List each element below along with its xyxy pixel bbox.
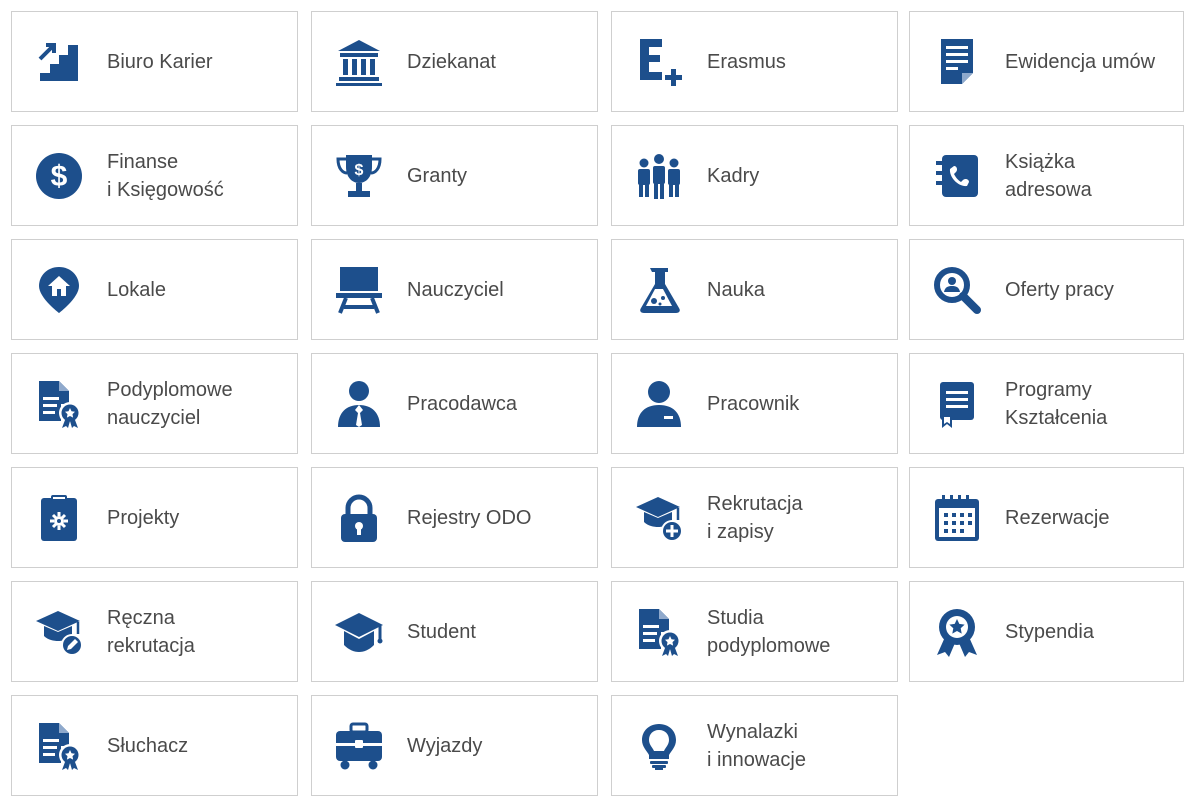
module-tile[interactable]: Ręczna rekrutacja — [11, 581, 298, 682]
calendar-icon — [932, 493, 982, 543]
module-tile[interactable]: Pracodawca — [311, 353, 598, 454]
module-tile-label: Pracodawca — [407, 392, 518, 415]
module-tile[interactable]: Słuchacz — [11, 695, 298, 796]
module-tile[interactable]: Biuro Karier — [11, 11, 298, 112]
module-tile-label: Biuro Karier — [107, 50, 213, 73]
module-tile-label: Studia podyplomowe — [707, 606, 831, 657]
search-person-icon — [932, 265, 982, 315]
address-book-phone-icon — [932, 151, 982, 201]
module-tile[interactable]: Rejestry ODO — [311, 467, 598, 568]
location-home-icon — [34, 265, 84, 315]
module-tile[interactable]: Wynalazki i innowacje — [611, 695, 898, 796]
dollar-circle-icon: $ — [34, 151, 84, 201]
module-tile[interactable]: Erasmus — [611, 11, 898, 112]
module-tile-label: Projekty — [107, 506, 180, 529]
module-tile-label: Nauka — [707, 278, 765, 301]
module-tile-label: Pracownik — [707, 392, 800, 415]
module-tile-label: Słuchacz — [107, 734, 189, 757]
certificate-document-icon — [34, 721, 84, 771]
module-tile[interactable]: $ Finanse i Księgowość — [11, 125, 298, 226]
flask-icon — [634, 265, 684, 315]
module-tile-label: Lokale — [107, 278, 166, 301]
module-tile[interactable]: Studia podyplomowe — [611, 581, 898, 682]
module-tile-label: Oferty pracy — [1005, 278, 1114, 301]
module-tile-label: Nauczyciel — [407, 278, 504, 301]
module-tile[interactable]: Kadry — [611, 125, 898, 226]
module-tile[interactable]: Programy Kształcenia — [909, 353, 1184, 454]
certificate-document-icon — [34, 379, 84, 429]
certificate-document-icon — [634, 607, 684, 657]
career-stairs-icon — [34, 37, 84, 87]
module-tile-label: Erasmus — [707, 50, 786, 73]
institution-icon — [334, 37, 384, 87]
module-tile[interactable]: Podyplomowe nauczyciel — [11, 353, 298, 454]
module-tile[interactable]: Książka adresowa — [909, 125, 1184, 226]
svg-text:$: $ — [51, 160, 68, 193]
erasmus-plus-icon — [634, 37, 684, 87]
module-tile[interactable]: Lokale — [11, 239, 298, 340]
module-tile[interactable]: Pracownik — [611, 353, 898, 454]
module-tile[interactable]: Rezerwacje — [909, 467, 1184, 568]
module-tile-label: Podyplomowe nauczyciel — [107, 378, 233, 429]
briefcase-icon — [334, 721, 384, 771]
module-tile-label: Rekrutacja i zapisy — [707, 492, 803, 543]
module-tile[interactable]: Wyjazdy — [311, 695, 598, 796]
clipboard-gear-icon — [34, 493, 84, 543]
module-tile-label: Ewidencja umów — [1005, 50, 1156, 73]
module-tile-label: Programy Kształcenia — [1005, 378, 1108, 429]
module-tile-label: Finanse i Księgowość — [107, 150, 224, 201]
module-tile[interactable]: Nauczyciel — [311, 239, 598, 340]
padlock-icon — [334, 493, 384, 543]
module-tile-label: Rejestry ODO — [407, 506, 532, 529]
module-tile[interactable]: Rekrutacja i zapisy — [611, 467, 898, 568]
lightbulb-icon — [634, 721, 684, 771]
module-tile[interactable]: Stypendia — [909, 581, 1184, 682]
module-tile[interactable]: Nauka — [611, 239, 898, 340]
module-tile-label: Ręczna rekrutacja — [107, 606, 195, 657]
people-group-icon — [634, 151, 684, 201]
trophy-dollar-icon: $ — [334, 151, 384, 201]
module-tile-label: Kadry — [707, 164, 760, 187]
module-tile-label: Granty — [407, 164, 468, 187]
module-tile-label: Student — [407, 620, 476, 643]
module-tile[interactable]: Dziekanat — [311, 11, 598, 112]
user-icon — [634, 379, 684, 429]
graduation-cap-edit-icon — [34, 607, 84, 657]
svg-text:$: $ — [355, 162, 364, 179]
module-tile-label: Stypendia — [1005, 620, 1094, 643]
module-tile-label: Rezerwacje — [1005, 506, 1110, 529]
module-tile[interactable]: $ Granty — [311, 125, 598, 226]
module-tile-label: Książka adresowa — [1005, 150, 1092, 201]
award-ribbon-icon — [932, 607, 982, 657]
user-tie-icon — [334, 379, 384, 429]
module-tile[interactable]: Student — [311, 581, 598, 682]
module-tile[interactable]: Projekty — [11, 467, 298, 568]
module-tile[interactable]: Oferty pracy — [909, 239, 1184, 340]
graduation-cap-icon — [334, 607, 384, 657]
module-tile[interactable]: Ewidencja umów — [909, 11, 1184, 112]
document-list-icon — [932, 37, 982, 87]
easel-board-icon — [334, 265, 384, 315]
graduation-cap-plus-icon — [634, 493, 684, 543]
module-tile-label: Wyjazdy — [407, 734, 483, 757]
module-tile-label: Dziekanat — [407, 50, 496, 73]
bookmark-document-icon — [932, 379, 982, 429]
module-tile-label: Wynalazki i innowacje — [707, 720, 806, 771]
